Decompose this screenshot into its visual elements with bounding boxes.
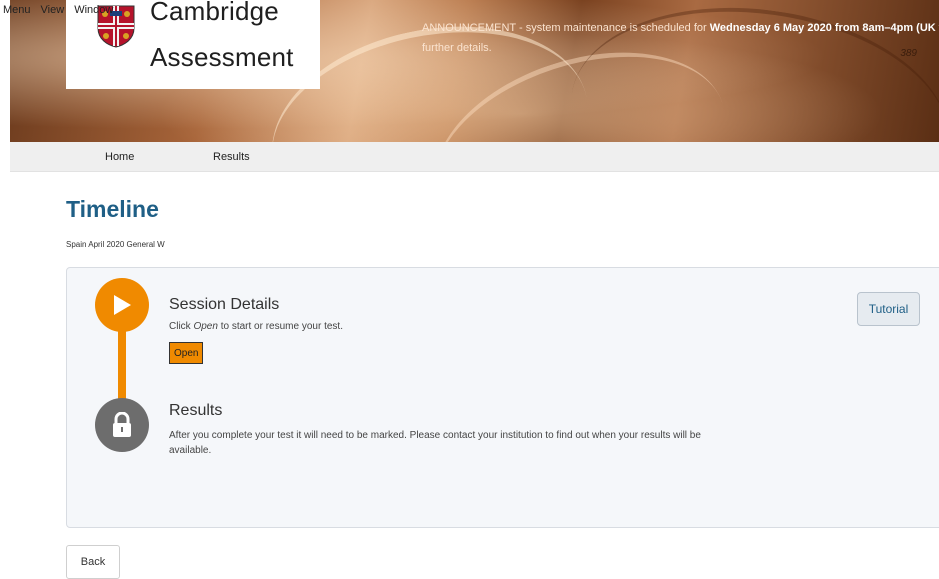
announcement-text: ANNOUNCEMENT - system maintenance is sch… <box>422 18 939 58</box>
session-details-desc: Click Open to start or resume your test. <box>169 319 343 334</box>
announcement-date: Wednesday 6 May 2020 from 8am–4pm (UK ti <box>709 22 939 34</box>
tutorial-button[interactable]: Tutorial <box>857 292 920 326</box>
banner-page-number: 389 <box>900 48 917 59</box>
results-desc-line2: available. <box>169 445 212 456</box>
os-menu-menu[interactable]: Menu <box>3 0 31 20</box>
session-details-title: Session Details <box>169 296 280 313</box>
results-title: Results <box>169 402 223 419</box>
session-subtitle: Spain April 2020 General W <box>66 240 165 249</box>
main-nav: Home Results <box>10 142 939 172</box>
os-menubar: Menu View Window <box>0 0 113 20</box>
session-desc-prefix: Click <box>169 321 194 332</box>
results-desc: After you complete your test it will nee… <box>169 428 701 458</box>
announcement-label: ANNOUNCEMENT <box>422 22 516 34</box>
page-title: Timeline <box>66 196 159 222</box>
open-button[interactable]: Open <box>169 342 204 364</box>
results-desc-line1: After you complete your test it will nee… <box>169 430 701 441</box>
os-menu-window[interactable]: Window <box>74 0 113 20</box>
timeline-panel: Session Details Click Open to start or r… <box>66 267 939 528</box>
session-step-icon <box>95 278 149 332</box>
nav-home[interactable]: Home <box>105 142 134 172</box>
nav-results[interactable]: Results <box>213 142 250 172</box>
brand-name-line1: Cambridge <box>150 0 279 26</box>
lock-icon <box>113 412 131 437</box>
session-desc-suffix: to start or resume your test. <box>217 321 343 332</box>
play-icon <box>114 295 131 315</box>
announcement-line2: further details. <box>422 42 492 54</box>
os-menu-view[interactable]: View <box>41 0 65 20</box>
session-desc-open-word: Open <box>193 321 218 332</box>
brand-name-line2: Assessment <box>150 42 294 72</box>
results-step-icon <box>95 398 149 452</box>
announcement-body: - system maintenance is scheduled for <box>515 22 710 34</box>
